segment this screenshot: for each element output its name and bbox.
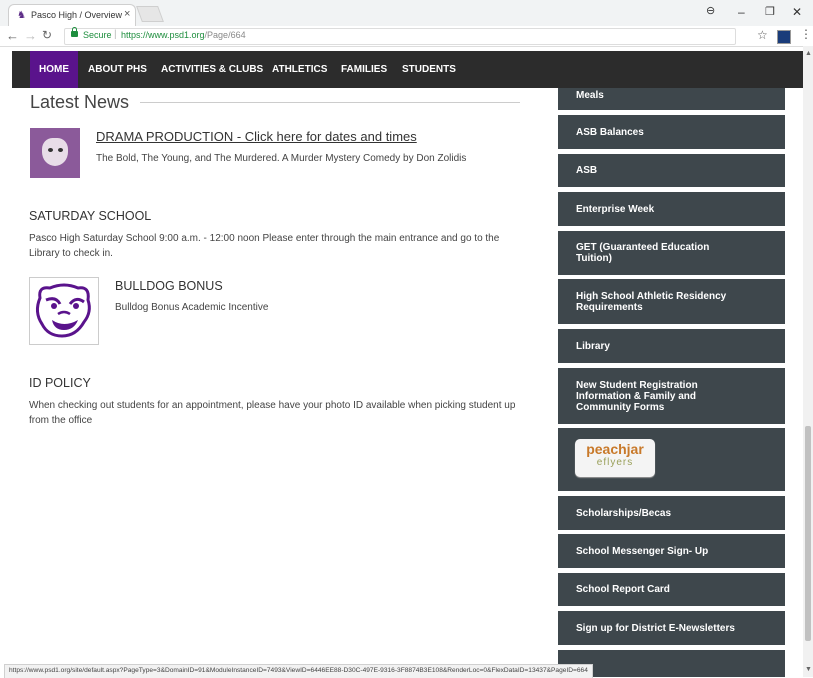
peachjar-logo-subtext: eflyers — [596, 457, 634, 468]
scroll-up-icon[interactable]: ▲ — [805, 50, 812, 57]
sidebar-item-meals[interactable]: Meals — [558, 88, 785, 110]
new-tab-button[interactable] — [136, 6, 164, 22]
extension-icon[interactable] — [777, 30, 791, 44]
news-title-drama[interactable]: DRAMA PRODUCTION - Click here for dates … — [96, 129, 417, 144]
url-text: https://www.psd1.org/Page/664 — [121, 30, 246, 40]
news-desc-id-policy: When checking out students for an appoin… — [29, 400, 516, 426]
nav-athletics[interactable]: ATHLETICS — [262, 51, 337, 88]
site-navigation: HOME ABOUT PHS ACTIVITIES & CLUBS ATHLET… — [12, 51, 803, 88]
news-title-bulldog-bonus[interactable]: BULLDOG BONUS — [115, 279, 223, 293]
sidebar-item-district-e-newsletters[interactable]: Sign up for District E-Newsletters — [558, 611, 785, 645]
news-title-id-policy[interactable]: ID POLICY — [29, 376, 91, 390]
minimize-icon[interactable]: – — [738, 5, 745, 19]
news-desc-drama: The Bold, The Young, and The Murdered. A… — [96, 153, 467, 164]
sidebar-item-school-messenger[interactable]: School Messenger Sign- Up — [558, 534, 785, 568]
nav-families[interactable]: FAMILIES — [331, 51, 397, 88]
sidebar-item-asb[interactable]: ASB — [558, 154, 785, 187]
favicon-icon: ♞ — [17, 10, 26, 21]
sidebar-item-scholarships[interactable]: Scholarships/Becas — [558, 496, 785, 530]
lock-icon — [71, 27, 78, 37]
url-base: https://www.psd1.org — [121, 30, 205, 40]
bulldog-face-shape — [42, 138, 68, 166]
peachjar-logo-text: peachjar — [586, 441, 644, 457]
page-scrollbar[interactable]: ▲ ▼ — [803, 46, 813, 677]
right-eye-shape — [58, 148, 63, 152]
url-separator: | — [114, 29, 117, 40]
menu-dots-icon[interactable]: ⋮ — [800, 27, 812, 41]
sidebar-item-peachjar[interactable]: peachjar eflyers — [558, 428, 785, 491]
nav-students[interactable]: STUDENTS — [392, 51, 466, 88]
news-desc-saturday-school: Pasco High Saturday School 9:00 a.m. - 1… — [29, 233, 500, 259]
status-bar-url: https://www.psd1.org/site/default.aspx?P… — [4, 664, 593, 678]
browser-tab[interactable]: ♞ Pasco High / Overview × — [8, 4, 136, 26]
profile-icon[interactable]: ⊖ — [706, 4, 715, 17]
tab-bar: ♞ Pasco High / Overview × ⊖ – ❐ ✕ — [0, 0, 813, 26]
peachjar-logo: peachjar eflyers — [575, 439, 655, 477]
sidebar-item-athletic-residency[interactable]: High School Athletic Residency Requireme… — [558, 279, 785, 324]
sidebar-item-library[interactable]: Library — [558, 329, 785, 363]
sidebar-item-asb-balances[interactable]: ASB Balances — [558, 115, 785, 149]
address-toolbar: ← → ↻ Secure | https://www.psd1.org/Page… — [0, 26, 813, 47]
scroll-thumb[interactable] — [805, 426, 811, 641]
back-icon[interactable]: ← — [6, 28, 19, 43]
url-path: /Page/664 — [204, 30, 246, 40]
sidebar-item-get[interactable]: GET (Guaranteed Education Tuition) — [558, 231, 785, 275]
latest-news-heading: Latest News — [30, 92, 130, 112]
sidebar-item-new-student-registration[interactable]: New Student Registration Information & F… — [558, 368, 785, 424]
news-title-saturday-school[interactable]: SATURDAY SCHOOL — [29, 209, 151, 223]
quick-links-sidebar: Meals ASB Balances ASB Enterprise Week G… — [558, 88, 785, 677]
sidebar-item-school-report-card[interactable]: School Report Card — [558, 573, 785, 606]
nav-activities-clubs[interactable]: ACTIVITIES & CLUBS — [151, 51, 273, 88]
sidebar-item-enterprise-week[interactable]: Enterprise Week — [558, 192, 785, 226]
reload-icon[interactable]: ↻ — [42, 28, 52, 42]
bulldog-logo-icon — [35, 283, 91, 338]
tab-close-icon[interactable]: × — [124, 8, 130, 20]
restore-icon[interactable]: ❐ — [765, 5, 775, 18]
nav-about-phs[interactable]: ABOUT PHS — [78, 51, 157, 88]
address-bar[interactable]: Secure | https://www.psd1.org/Page/664 — [64, 27, 736, 45]
scroll-down-icon[interactable]: ▼ — [805, 666, 812, 673]
heading-divider — [140, 102, 520, 103]
secure-label: Secure — [83, 30, 112, 40]
tab-title: Pasco High / Overview — [31, 10, 123, 20]
nav-home[interactable]: HOME — [30, 51, 78, 88]
close-window-icon[interactable]: ✕ — [792, 5, 802, 19]
bookmark-star-icon[interactable]: ☆ — [757, 28, 768, 42]
forward-icon[interactable]: → — [24, 28, 37, 43]
news-desc-bulldog-bonus: Bulldog Bonus Academic Incentive — [115, 302, 269, 313]
bulldog-bonus-thumbnail[interactable] — [29, 277, 99, 345]
drama-thumbnail[interactable] — [30, 128, 80, 178]
left-eye-shape — [48, 148, 53, 152]
